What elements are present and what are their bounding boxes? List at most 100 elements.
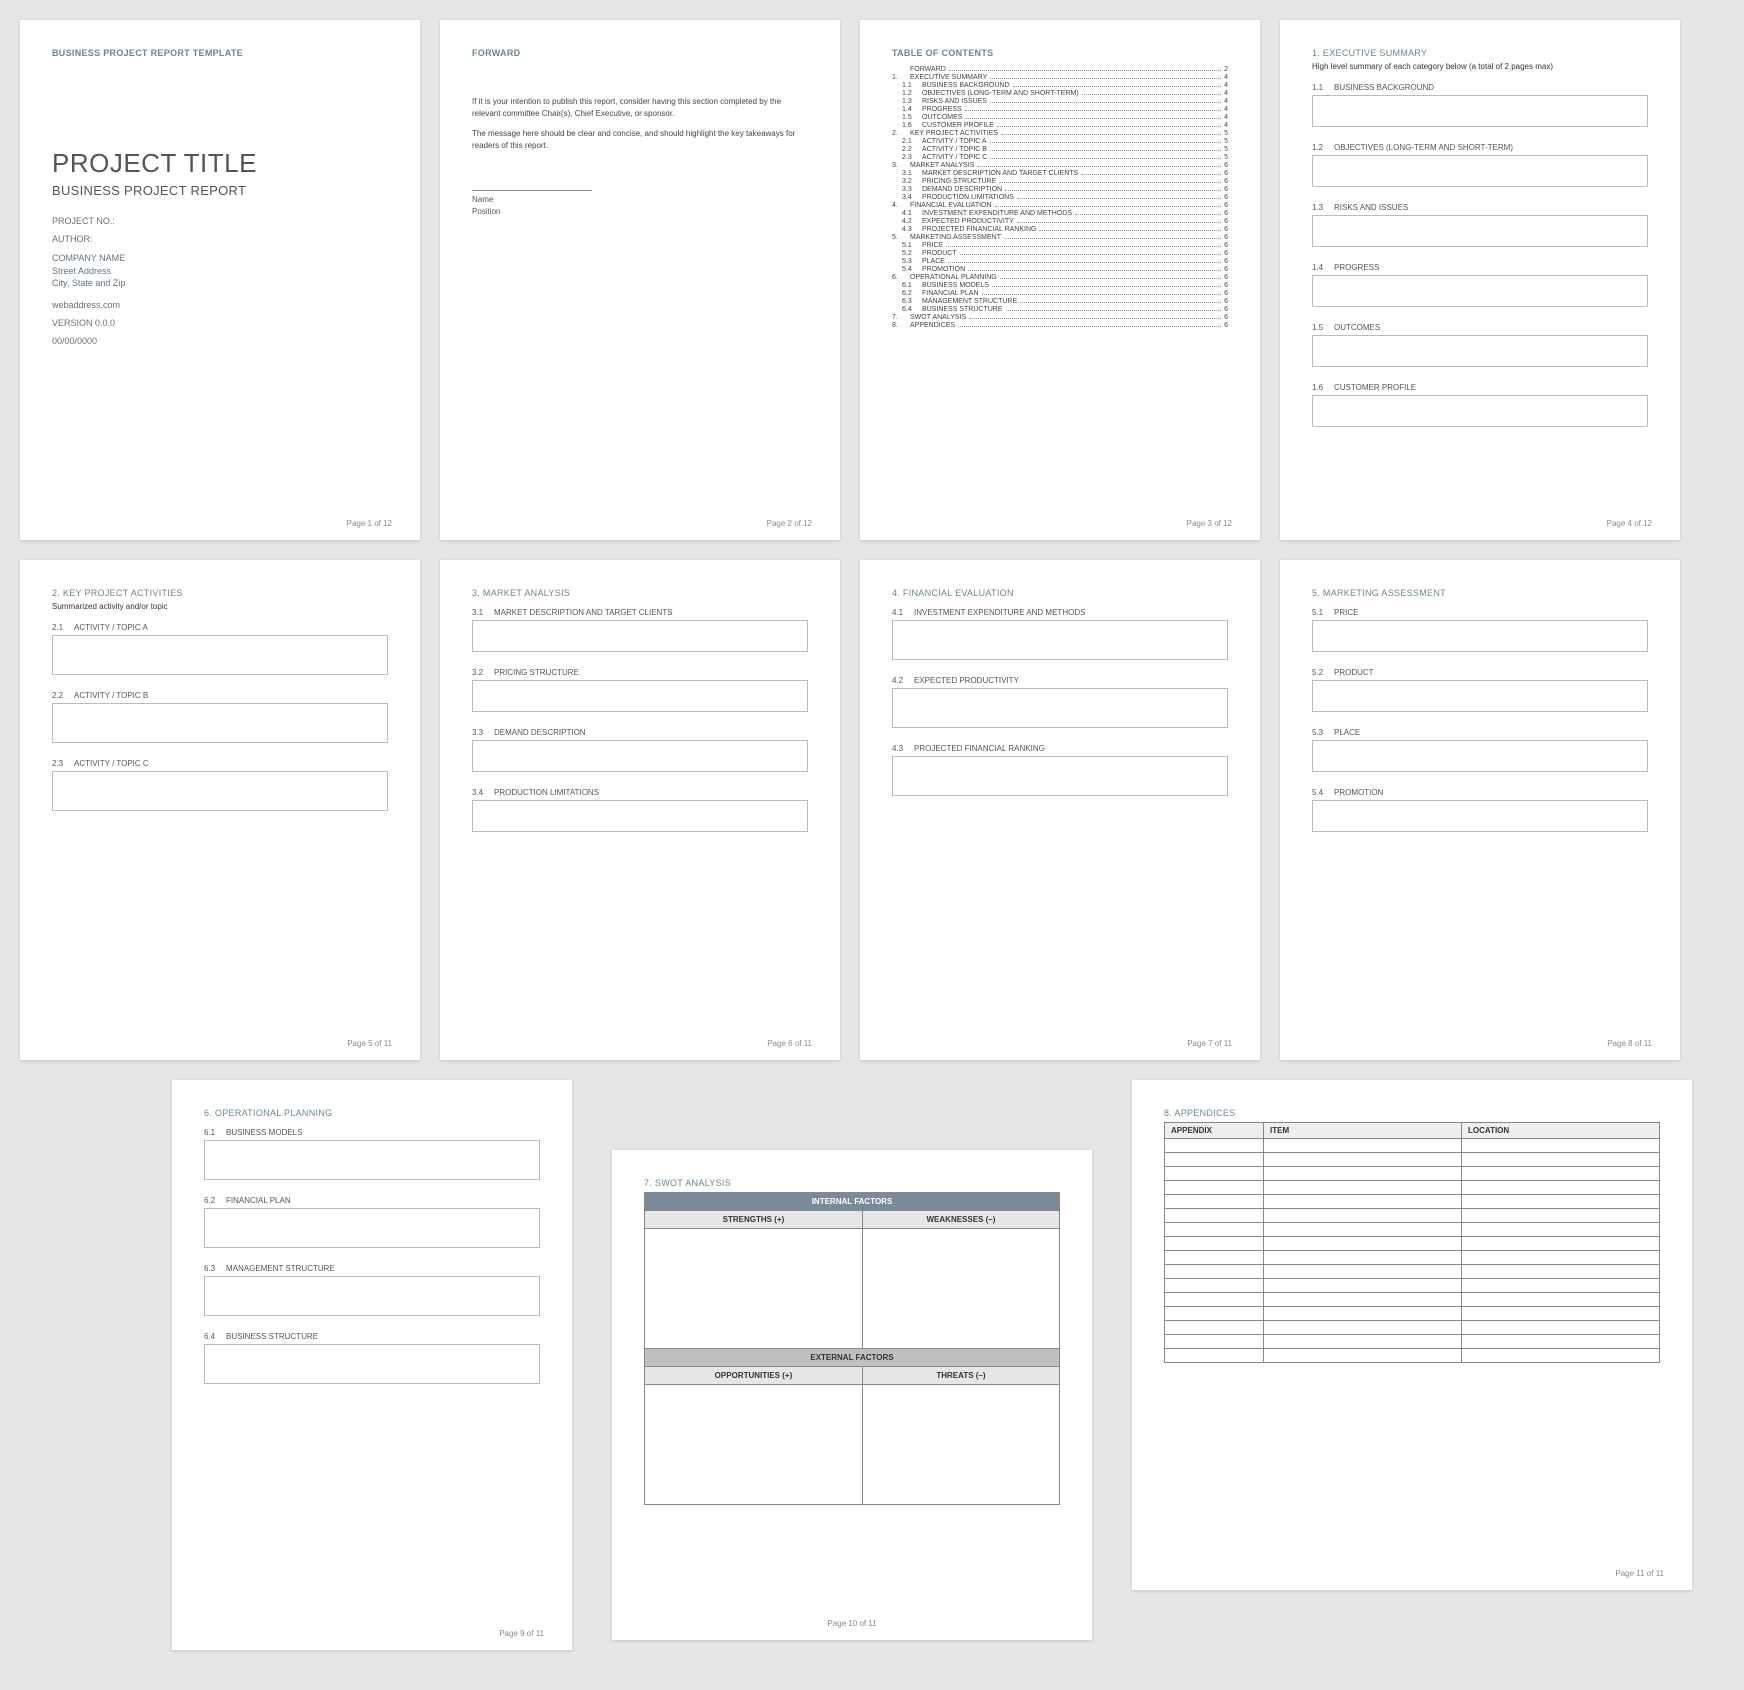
- field-investment[interactable]: [892, 620, 1228, 660]
- toc-row: 5.4PROMOTION6: [892, 266, 1228, 273]
- toc-row: 6.4BUSINESS STRUCTURE6: [892, 306, 1228, 313]
- signature-line: [472, 190, 592, 191]
- template-header: BUSINESS PROJECT REPORT TEMPLATE: [52, 48, 388, 58]
- field-activity-a[interactable]: [52, 635, 388, 675]
- apx-h1: APPENDIX: [1165, 1123, 1264, 1139]
- field-financial-ranking[interactable]: [892, 756, 1228, 796]
- field-market-desc[interactable]: [472, 620, 808, 652]
- toc-row: 5.1PRICE6: [892, 242, 1228, 249]
- field-business-structure[interactable]: [204, 1344, 540, 1384]
- page-1: BUSINESS PROJECT REPORT TEMPLATE PROJECT…: [20, 20, 420, 540]
- swot-title: 7. SWOT ANALYSIS: [644, 1178, 1060, 1188]
- swot-table: INTERNAL FACTORS STRENGTHS (+) WEAKNESSE…: [644, 1192, 1060, 1505]
- page-5: 2. KEY PROJECT ACTIVITIES Summarized act…: [20, 560, 420, 1060]
- forward-p2: The message here should be clear and con…: [472, 128, 808, 152]
- page-number: Page 6 of 11: [767, 1039, 812, 1048]
- toc-row: 4.FINANCIAL EVALUATION6: [892, 202, 1228, 209]
- table-row[interactable]: [1165, 1181, 1660, 1195]
- table-row[interactable]: [1165, 1139, 1660, 1153]
- field-outcomes[interactable]: [1312, 335, 1648, 367]
- field-pricing[interactable]: [472, 680, 808, 712]
- toc-row: 4.3PROJECTED FINANCIAL RANKING6: [892, 226, 1228, 233]
- toc-row: 1.1BUSINESS BACKGROUND4: [892, 82, 1228, 89]
- financial-eval-title: 4. FINANCIAL EVALUATION: [892, 588, 1228, 598]
- table-row[interactable]: [1165, 1167, 1660, 1181]
- table-row[interactable]: [1165, 1265, 1660, 1279]
- page-number: Page 9 of 11: [499, 1629, 544, 1638]
- toc-row: 3.4PRODUCTION LIMITATIONS6: [892, 194, 1228, 201]
- toc-row: 1.2OBJECTIVES (LONG-TERM AND SHORT-TERM)…: [892, 90, 1228, 97]
- toc-row: 3.1MARKET DESCRIPTION AND TARGET CLIENTS…: [892, 170, 1228, 177]
- appendices-table: APPENDIX ITEM LOCATION: [1164, 1122, 1660, 1363]
- market-analysis-title: 3. MARKET ANALYSIS: [472, 588, 808, 598]
- field-risks[interactable]: [1312, 215, 1648, 247]
- swot-internal: INTERNAL FACTORS: [645, 1193, 1060, 1211]
- toc-row: 6.3MANAGEMENT STRUCTURE6: [892, 298, 1228, 305]
- table-row[interactable]: [1165, 1293, 1660, 1307]
- page-number: Page 5 of 11: [347, 1039, 392, 1048]
- table-row[interactable]: [1165, 1195, 1660, 1209]
- page-number: Page 11 of 11: [1615, 1569, 1664, 1578]
- author: AUTHOR:: [52, 234, 388, 244]
- field-customer-profile[interactable]: [1312, 395, 1648, 427]
- sig-name: Name: [472, 195, 808, 204]
- forward-p1: If it is your intention to publish this …: [472, 96, 808, 120]
- table-row[interactable]: [1165, 1349, 1660, 1363]
- toc-row: 4.2EXPECTED PRODUCTIVITY6: [892, 218, 1228, 225]
- forward-title: FORWARD: [472, 48, 808, 58]
- swot-cell-strengths[interactable]: [645, 1229, 863, 1349]
- toc-row: 1.3RISKS AND ISSUES4: [892, 98, 1228, 105]
- page-number: Page 10 of 11: [827, 1619, 876, 1628]
- page-number: Page 8 of 11: [1607, 1039, 1652, 1048]
- table-row[interactable]: [1165, 1335, 1660, 1349]
- field-promotion[interactable]: [1312, 800, 1648, 832]
- field-financial-plan[interactable]: [204, 1208, 540, 1248]
- toc-title: TABLE OF CONTENTS: [892, 48, 1228, 58]
- table-row[interactable]: [1165, 1209, 1660, 1223]
- swot-cell-opportunities[interactable]: [645, 1385, 863, 1505]
- operational-planning-title: 6. OPERATIONAL PLANNING: [204, 1108, 540, 1118]
- exec-summary-title: 1. EXECUTIVE SUMMARY: [1312, 48, 1648, 58]
- field-activity-b[interactable]: [52, 703, 388, 743]
- field-business-background[interactable]: [1312, 95, 1648, 127]
- field-price[interactable]: [1312, 620, 1648, 652]
- swot-cell-weaknesses[interactable]: [862, 1229, 1059, 1349]
- swot-threats: THREATS (–): [862, 1367, 1059, 1385]
- field-place[interactable]: [1312, 740, 1648, 772]
- field-demand[interactable]: [472, 740, 808, 772]
- field-productivity[interactable]: [892, 688, 1228, 728]
- field-objectives[interactable]: [1312, 155, 1648, 187]
- field-business-models[interactable]: [204, 1140, 540, 1180]
- field-product[interactable]: [1312, 680, 1648, 712]
- page-number: Page 4 of 12: [1607, 519, 1652, 528]
- toc-row: 6.1BUSINESS MODELS6: [892, 282, 1228, 289]
- apx-h2: ITEM: [1264, 1123, 1462, 1139]
- swot-opportunities: OPPORTUNITIES (+): [645, 1367, 863, 1385]
- apx-h3: LOCATION: [1462, 1123, 1660, 1139]
- table-row[interactable]: [1165, 1223, 1660, 1237]
- table-row[interactable]: [1165, 1307, 1660, 1321]
- table-row[interactable]: [1165, 1321, 1660, 1335]
- project-subtitle: BUSINESS PROJECT REPORT: [52, 183, 388, 198]
- field-progress[interactable]: [1312, 275, 1648, 307]
- swot-cell-threats[interactable]: [862, 1385, 1059, 1505]
- exec-summary-note: High level summary of each category belo…: [1312, 62, 1648, 71]
- field-production-limits[interactable]: [472, 800, 808, 832]
- table-row[interactable]: [1165, 1251, 1660, 1265]
- toc-row: 8.APPENDICES6: [892, 322, 1228, 329]
- table-row[interactable]: [1165, 1153, 1660, 1167]
- swot-weaknesses: WEAKNESSES (–): [862, 1211, 1059, 1229]
- field-mgmt-structure[interactable]: [204, 1276, 540, 1316]
- page-8: 5. MARKETING ASSESSMENT 5.1PRICE 5.2PROD…: [1280, 560, 1680, 1060]
- toc-row: 4.1INVESTMENT EXPENDITURE AND METHODS6: [892, 210, 1228, 217]
- toc-row: 1.EXECUTIVE SUMMARY4: [892, 74, 1228, 81]
- field-activity-c[interactable]: [52, 771, 388, 811]
- table-row[interactable]: [1165, 1279, 1660, 1293]
- date: 00/00/0000: [52, 336, 388, 346]
- key-activities-title: 2. KEY PROJECT ACTIVITIES: [52, 588, 388, 598]
- page-7: 4. FINANCIAL EVALUATION 4.1INVESTMENT EX…: [860, 560, 1260, 1060]
- toc-row: 1.5OUTCOMES4: [892, 114, 1228, 121]
- table-row[interactable]: [1165, 1237, 1660, 1251]
- toc-row: 2.1ACTIVITY / TOPIC A5: [892, 138, 1228, 145]
- version: VERSION 0.0.0: [52, 318, 388, 328]
